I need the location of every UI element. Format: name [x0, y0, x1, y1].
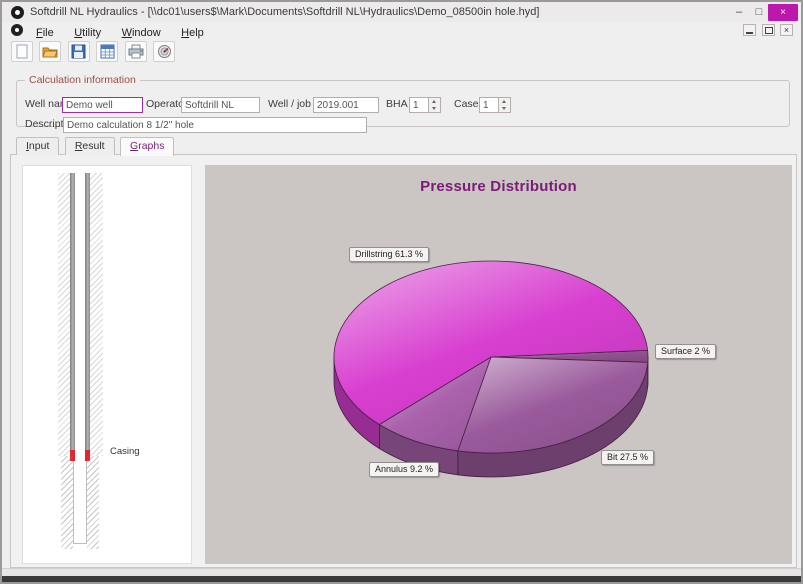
wellbore — [75, 173, 85, 461]
menu-bar: File Utility Window Help × — [2, 22, 801, 39]
casing-wall — [85, 173, 90, 450]
printer-icon — [128, 44, 144, 59]
spin-down-icon[interactable] — [499, 104, 510, 112]
open-folder-icon — [42, 44, 58, 59]
new-file-button[interactable] — [11, 41, 33, 62]
mdi-window-controls: × — [742, 24, 793, 42]
window-bottom-edge — [0, 576, 803, 584]
calculate-button[interactable] — [96, 41, 118, 62]
pie-chart — [205, 165, 792, 564]
casing-label: Casing — [110, 446, 140, 457]
bha-input[interactable] — [409, 97, 429, 113]
menu-file[interactable]: File — [28, 26, 62, 40]
bha-spinner[interactable] — [429, 97, 441, 113]
open-hole-hatch — [61, 456, 73, 549]
gauge-button[interactable] — [153, 41, 175, 62]
pie-label-surface: Surface 2 % — [655, 344, 716, 359]
open-file-button[interactable] — [39, 41, 61, 62]
spin-down-icon[interactable] — [429, 104, 440, 112]
toolbar — [11, 41, 177, 65]
case-spinner[interactable] — [499, 97, 511, 113]
open-hole-section — [73, 461, 87, 544]
tab-bar: Input Result Graphs — [16, 136, 175, 155]
maximize-button[interactable]: □ — [751, 4, 767, 21]
close-button[interactable]: × — [768, 4, 798, 21]
app-window: Softdrill NL Hydraulics - [\\dc01\users$… — [0, 0, 803, 584]
tab-input[interactable]: Input — [16, 137, 59, 155]
save-button[interactable] — [68, 41, 90, 62]
document-icon — [11, 24, 23, 36]
well-job-input[interactable] — [313, 97, 379, 113]
well-schematic-panel: Casing — [22, 165, 192, 564]
menu-utility[interactable]: Utility — [66, 26, 109, 40]
operator-input[interactable] — [181, 97, 260, 113]
print-button[interactable] — [125, 41, 147, 62]
case-input[interactable] — [479, 97, 499, 113]
tab-graphs[interactable]: Graphs — [120, 137, 174, 156]
minimize-button[interactable]: – — [731, 4, 747, 21]
mdi-minimize-button[interactable] — [743, 24, 756, 36]
save-icon — [71, 44, 86, 59]
calculation-information-group: Calculation information Well name Operat… — [16, 74, 790, 127]
restore-icon — [765, 27, 773, 34]
mdi-restore-button[interactable] — [762, 24, 775, 36]
app-logo-icon — [11, 6, 24, 19]
gauge-icon — [157, 44, 172, 59]
case-label: Case — [454, 97, 479, 112]
minimize-icon — [746, 32, 753, 34]
casing-wall — [70, 173, 75, 450]
tab-result[interactable]: Result — [65, 137, 115, 155]
new-file-icon — [15, 44, 29, 59]
pie-label-bit: Bit 27.5 % — [601, 450, 654, 465]
formation-hatch — [90, 173, 103, 456]
calculator-grid-icon — [100, 44, 115, 59]
chart-panel: Pressure Distribution Drillstring 61.3 %… — [205, 165, 792, 564]
open-hole-hatch — [87, 456, 99, 549]
menu-help[interactable]: Help — [173, 26, 212, 40]
bha-label: BHA — [386, 97, 408, 112]
pie-label-annulus: Annulus 9.2 % — [369, 462, 439, 477]
description-input[interactable] — [63, 117, 367, 133]
menu-window[interactable]: Window — [114, 26, 169, 40]
well-name-input[interactable] — [62, 97, 143, 113]
window-title: Softdrill NL Hydraulics - [\\dc01\users$… — [30, 6, 539, 18]
mdi-close-button[interactable]: × — [780, 24, 793, 36]
pie-label-drillstring: Drillstring 61.3 % — [349, 247, 429, 262]
group-legend: Calculation information — [25, 74, 140, 86]
title-bar: Softdrill NL Hydraulics - [\\dc01\users$… — [2, 2, 801, 22]
formation-hatch — [58, 173, 70, 456]
